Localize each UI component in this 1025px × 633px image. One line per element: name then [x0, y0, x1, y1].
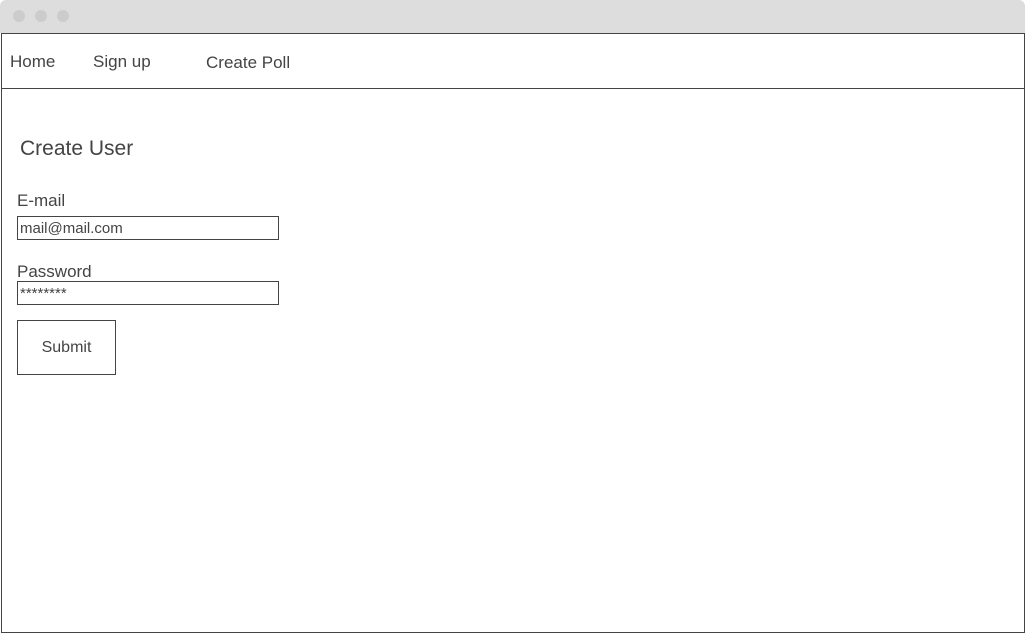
email-field[interactable]: [17, 216, 279, 240]
browser-window: Home Sign up Create Poll Create User E-m…: [1, 33, 1025, 633]
window-maximize-dot-icon[interactable]: [57, 10, 69, 22]
nav-link-create-poll[interactable]: Create Poll: [206, 53, 290, 73]
submit-button[interactable]: Submit: [17, 320, 116, 375]
password-label: Password: [17, 262, 92, 281]
email-label: E-mail: [17, 191, 66, 210]
nav-link-home[interactable]: Home: [10, 52, 55, 72]
window-minimize-dot-icon[interactable]: [35, 10, 47, 22]
page-title: Create User: [20, 137, 134, 160]
window-close-dot-icon[interactable]: [13, 10, 25, 22]
top-navbar: Home Sign up Create Poll: [2, 34, 1024, 89]
window-titlebar: [0, 0, 1025, 33]
password-field[interactable]: [17, 281, 279, 305]
nav-link-sign-up[interactable]: Sign up: [93, 52, 151, 72]
